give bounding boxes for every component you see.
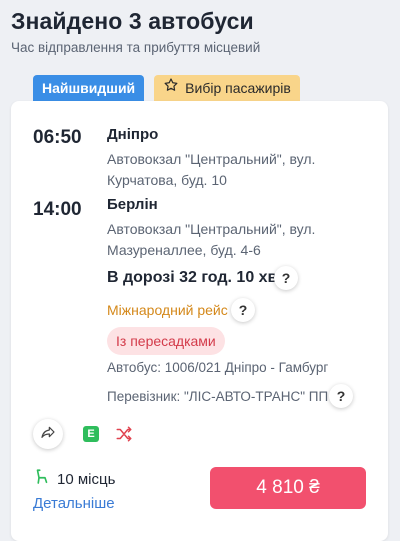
- seat-icon: [33, 468, 51, 490]
- seats-label: 10 місць: [57, 470, 116, 488]
- trip-duration: В дорозі 32 год. 10 хв.: [107, 269, 282, 286]
- departure-city: Дніпро: [107, 126, 159, 143]
- buy-price-button[interactable]: 4 810 ₴: [210, 467, 366, 509]
- question-icon: ?: [281, 270, 291, 286]
- fastest-badge-label: Найшвидший: [42, 80, 136, 96]
- star-icon: [163, 75, 179, 101]
- fastest-badge: Найшвидший: [33, 75, 145, 101]
- transfer-tag: Із пересадками: [107, 327, 225, 355]
- carrier-name: Перевізник: "ЛІС-АВТО-ТРАНС" ПП: [107, 389, 329, 404]
- arrival-address: Автовокзал "Центральний", вул. Мазуренал…: [107, 221, 316, 258]
- trip-card[interactable]: 06:50 Дніпро Автовокзал "Центральний", в…: [11, 101, 388, 541]
- international-trip-label: Міжнародний рейс: [107, 302, 228, 318]
- shuffle-icon: [115, 425, 133, 448]
- share-button[interactable]: [33, 419, 63, 449]
- local-time-note: Час відправлення та прибуття місцевий: [11, 40, 261, 55]
- international-info-button[interactable]: ?: [231, 298, 255, 322]
- results-title: Знайдено 3 автобуси: [11, 8, 254, 34]
- details-link[interactable]: Детальніше: [33, 495, 115, 512]
- passenger-choice-label: Вибір пасажирів: [185, 80, 291, 96]
- passenger-choice-badge: Вибір пасажирів: [154, 75, 300, 101]
- trip-badges: Найшвидший Вибір пасажирів: [33, 75, 300, 101]
- departure-time: 06:50: [33, 127, 82, 148]
- duration-info-button[interactable]: ?: [274, 266, 298, 290]
- price-label: 4 810 ₴: [256, 477, 320, 498]
- arrival-time: 14:00: [33, 199, 82, 220]
- e-ticket-badge: E: [83, 426, 99, 442]
- departure-address: Автовокзал "Центральний", вул. Курчатова…: [107, 151, 316, 188]
- bus-route: Автобус: 1006/021 Дніпро - Гамбург: [107, 360, 329, 375]
- e-ticket-label: E: [87, 428, 95, 440]
- share-icon: [40, 424, 56, 445]
- question-icon: ?: [238, 302, 248, 318]
- available-seats: 10 місць: [33, 468, 115, 490]
- carrier-info-button[interactable]: ?: [329, 384, 353, 408]
- arrival-city: Берлін: [107, 196, 158, 213]
- question-icon: ?: [336, 388, 346, 404]
